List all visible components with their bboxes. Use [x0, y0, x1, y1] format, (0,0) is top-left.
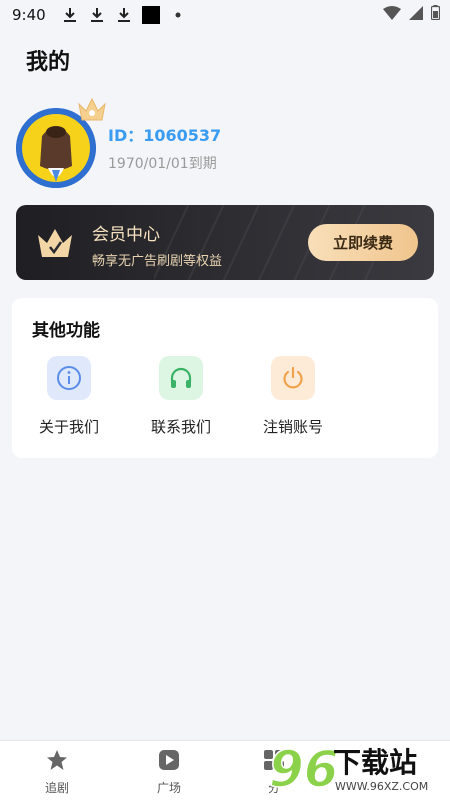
section-title: 其他功能	[32, 321, 100, 341]
tab-follow-drama[interactable]: 追剧	[27, 749, 87, 796]
tab-label: 广场	[156, 781, 181, 795]
app-notification-icon	[141, 5, 161, 25]
delete-account-item[interactable]: 注销账号	[253, 356, 333, 446]
contact-us-label: 联系我们	[150, 418, 211, 436]
vip-crown-icon	[36, 227, 74, 259]
vip-center-card[interactable]: 会员中心 畅享无广告刷剧等权益 立即续费	[16, 205, 434, 280]
other-functions-card: 其他功能 关于我们 联系我们 注销账号	[12, 298, 438, 458]
svg-text:96: 96	[269, 740, 339, 796]
about-us-label: 关于我们	[38, 418, 99, 436]
user-id: ID：1060537	[108, 126, 222, 145]
membership-expiry: 1970/01/01到期	[108, 156, 217, 172]
more-notifications-dot-icon	[168, 5, 188, 25]
signal-icon	[409, 5, 423, 24]
star-icon	[46, 750, 68, 775]
svg-text:WWW.96XZ.COM: WWW.96XZ.COM	[335, 780, 428, 793]
headphones-icon	[159, 356, 203, 400]
crown-badge-icon	[76, 94, 108, 124]
about-us-item[interactable]: 关于我们	[29, 356, 109, 446]
wifi-icon	[383, 5, 401, 24]
download-icon	[60, 5, 80, 25]
status-time: 9:40	[12, 6, 46, 24]
download-icon	[87, 5, 107, 25]
renew-button[interactable]: 立即续费	[308, 224, 418, 261]
delete-account-label: 注销账号	[262, 418, 323, 436]
status-bar: 9:40	[0, 0, 450, 30]
vip-subtitle: 畅享无广告刷剧等权益	[92, 254, 223, 269]
watermark-logo: 96 下载站 WWW.96XZ.COM	[268, 734, 444, 799]
vip-title: 会员中心	[92, 225, 160, 245]
profile-section: ID：1060537 1970/01/01到期	[16, 97, 436, 188]
download-icon	[114, 5, 134, 25]
power-icon	[271, 356, 315, 400]
play-icon	[158, 750, 180, 775]
info-icon	[47, 356, 91, 400]
page-title: 我的	[26, 50, 71, 75]
tab-plaza[interactable]: 广场	[139, 749, 199, 796]
contact-us-item[interactable]: 联系我们	[141, 356, 221, 446]
svg-text:下载站: 下载站	[333, 746, 417, 779]
battery-icon	[430, 5, 441, 24]
tab-label: 追剧	[44, 781, 69, 795]
